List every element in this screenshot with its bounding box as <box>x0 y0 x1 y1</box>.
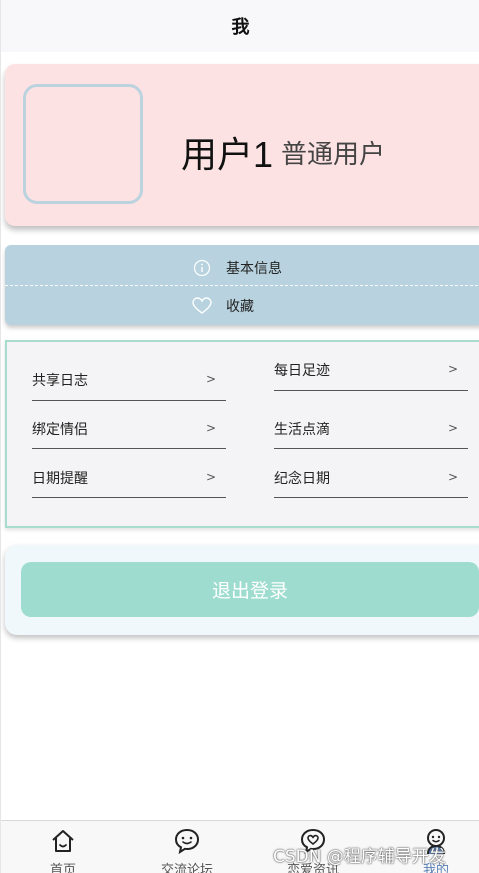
menu-item-label: 日期提醒 <box>32 471 88 487</box>
feature-menu: 共享日志 > 每日足迹 > 绑定情侣 > 生活点滴 > 日期提醒 > 纪念日期 … <box>5 340 479 528</box>
page-title: 我 <box>231 17 250 38</box>
chevron-right-icon: > <box>205 372 216 386</box>
menu-item-label: 纪念日期 <box>274 471 330 487</box>
chevron-right-icon: > <box>205 421 216 435</box>
menu-item-shared-log[interactable]: 共享日志 > <box>32 360 226 401</box>
basic-info-item[interactable]: 基本信息 <box>5 248 479 288</box>
menu-item-label: 共享日志 <box>32 373 88 389</box>
info-panel: 基本信息 收藏 <box>5 245 479 325</box>
logout-button[interactable]: 退出登录 <box>21 562 479 617</box>
heart-icon <box>192 296 212 316</box>
home-icon <box>49 827 77 855</box>
user-role: 普通用户 <box>281 139 386 169</box>
menu-item-life-moments[interactable]: 生活点滴 > <box>274 409 468 449</box>
logout-card: 退出登录 <box>5 545 479 635</box>
tab-label: 首页 <box>49 863 76 873</box>
avatar[interactable] <box>23 84 143 204</box>
menu-item-label: 每日足迹 <box>274 363 330 379</box>
tab-forum[interactable]: 交流论坛 <box>127 827 247 873</box>
username: 用户1 <box>181 134 274 175</box>
chevron-right-icon: > <box>447 362 458 376</box>
tab-label: 交流论坛 <box>160 863 213 873</box>
watermark: CSDN @程序辅导开发 <box>273 847 446 867</box>
profile-card: 用户1 普通用户 <box>5 64 479 226</box>
menu-item-date-reminder[interactable]: 日期提醒 > <box>32 458 226 498</box>
basic-info-label: 基本信息 <box>226 261 282 277</box>
menu-item-bind-partner[interactable]: 绑定情侣 > <box>32 409 226 449</box>
menu-item-daily-footprint[interactable]: 每日足迹 > <box>274 350 468 391</box>
tab-home[interactable]: 首页 <box>3 827 123 873</box>
menu-item-label: 绑定情侣 <box>32 422 88 438</box>
chevron-right-icon: > <box>447 421 458 435</box>
chevron-right-icon: > <box>447 470 458 484</box>
menu-item-anniversary[interactable]: 纪念日期 > <box>274 458 468 498</box>
favorites-item[interactable]: 收藏 <box>5 285 479 325</box>
page: 我 用户1 普通用户 基本信息 收藏 共享日志 > 每日足迹 > 绑定情侣 > … <box>0 0 479 873</box>
header: 我 <box>1 0 479 52</box>
chevron-right-icon: > <box>205 470 216 484</box>
chat-bubble-icon <box>173 827 201 855</box>
menu-item-label: 生活点滴 <box>274 422 330 438</box>
favorites-label: 收藏 <box>226 298 254 315</box>
info-circle-icon <box>192 258 212 278</box>
